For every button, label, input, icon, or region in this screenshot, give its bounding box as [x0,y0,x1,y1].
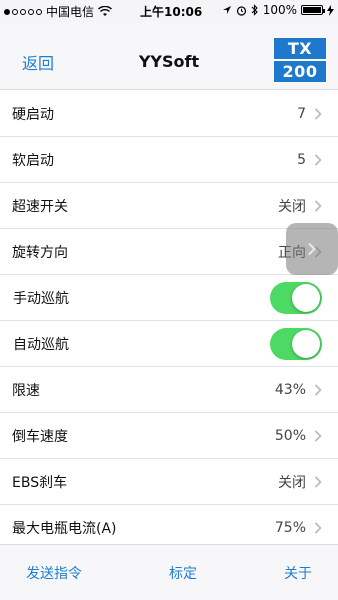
status-right: 100% [222,3,334,17]
wifi-icon [98,6,112,16]
navigation-bar: 返回 YYSoft TX 200 [0,22,338,90]
location-icon [222,6,231,14]
chevron-right-icon [308,242,316,256]
row-ebs-brake[interactable]: EBS刹车 关闭 [0,459,338,505]
settings-list: 硬启动 7 软启动 5 超速开关 关闭 旋转方向 正向 手动巡航 自动巡航 限速… [0,91,338,551]
row-manual-cruise: 手动巡航 [0,275,338,321]
toggle-knob [292,329,320,358]
row-value: 关闭 [278,474,306,491]
row-overspeed-switch[interactable]: 超速开关 关闭 [0,183,338,229]
chevron-right-icon [314,429,322,442]
row-speed-limit[interactable]: 限速 43% [0,367,338,413]
chevron-right-icon [314,475,322,488]
row-label: 手动巡航 [13,290,69,307]
model-badge-top: TX [287,39,313,58]
row-label: 倒车速度 [12,428,68,445]
assistive-touch-button[interactable] [286,223,338,275]
battery-icon [301,5,325,15]
chevron-right-icon [314,107,322,120]
row-label: EBS刹车 [12,474,68,491]
toggle-knob [292,283,320,312]
row-label: 旋转方向 [12,244,68,261]
status-time: 上午10:06 [140,5,203,19]
model-badge-bottom: 200 [282,62,318,81]
row-value: 50% [274,427,306,444]
chevron-right-icon [314,153,322,166]
row-label: 限速 [12,382,40,399]
row-label: 自动巡航 [13,336,69,353]
about-button[interactable]: 关于 [284,563,312,583]
row-value: 7 [297,105,306,122]
status-bar: 中国电信 上午10:06 100% [0,0,338,22]
row-reverse-speed[interactable]: 倒车速度 50% [0,413,338,459]
model-badge-divider [274,59,326,61]
chevron-right-icon [314,522,322,534]
manual-cruise-toggle[interactable] [270,281,322,314]
battery-percent: 100% [262,3,297,17]
row-label: 软启动 [12,152,54,169]
bottom-toolbar: 发送指令 标定 关于 [0,544,338,600]
signal-icon [4,8,42,15]
send-command-button[interactable]: 发送指令 [26,563,82,583]
model-badge: TX 200 [274,38,326,82]
row-value: 5 [297,151,306,168]
alarm-icon [236,5,246,16]
row-label: 最大电瓶电流(A) [12,521,117,537]
row-label: 硬启动 [12,106,54,123]
row-auto-cruise: 自动巡航 [0,321,338,367]
chevron-right-icon [314,199,322,212]
row-hard-start[interactable]: 硬启动 7 [0,91,338,137]
row-value: 43% [274,381,306,398]
battery-fill [303,7,321,13]
bluetooth-icon [251,4,258,16]
row-value: 75% [274,520,306,536]
carrier-label: 中国电信 [46,5,95,19]
status-left: 中国电信 [4,3,112,20]
auto-cruise-toggle[interactable] [270,327,322,360]
row-label: 超速开关 [12,198,68,215]
chevron-right-icon [314,383,322,396]
charging-icon [327,4,334,16]
calibrate-button[interactable]: 标定 [169,563,197,583]
row-soft-start[interactable]: 软启动 5 [0,137,338,183]
row-value: 关闭 [278,198,306,215]
